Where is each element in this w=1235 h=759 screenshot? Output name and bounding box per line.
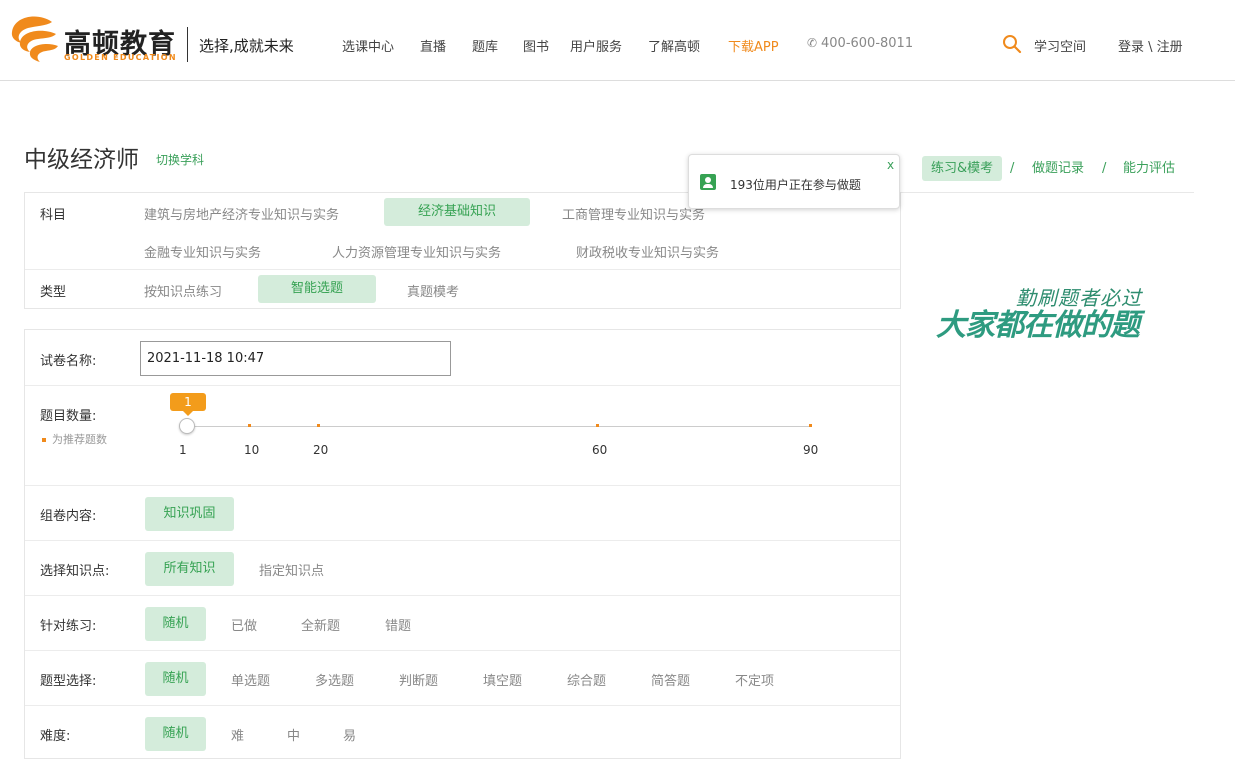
qtype-option[interactable]: 多选题	[315, 670, 354, 689]
paper-name-input[interactable]	[140, 341, 451, 376]
tab-ability-assessment[interactable]: 能力评估	[1123, 156, 1175, 181]
slider-tick-label: 90	[803, 443, 819, 457]
site-header: 高顿教育 GOLDEN EDUCATION 选择,成就未来 选课中心 直播 题库…	[0, 0, 1235, 81]
slider-tick-label: 20	[313, 443, 329, 457]
type-label: 类型	[40, 285, 67, 300]
target-option[interactable]: 错题	[385, 615, 411, 634]
toast-text: 193位用户正在参与做题	[730, 178, 861, 192]
qtype-option[interactable]: 综合题	[567, 670, 606, 689]
logo-english-text: GOLDEN EDUCATION	[64, 53, 177, 62]
study-space-link[interactable]: 学习空间	[1034, 36, 1086, 55]
tab-separator: /	[1010, 161, 1015, 176]
subject-option[interactable]: 建筑与房地产经济专业知识与实务	[144, 204, 339, 223]
content-label: 组卷内容:	[40, 509, 97, 524]
divider	[25, 540, 900, 541]
search-icon[interactable]	[1002, 34, 1022, 54]
qtype-option[interactable]: 判断题	[399, 670, 438, 689]
subject-option[interactable]: 财政税收专业知识与实务	[576, 242, 719, 261]
difficulty-label: 难度:	[40, 729, 71, 744]
knowledge-option-selected[interactable]: 所有知识	[145, 552, 234, 586]
tab-practice-exam[interactable]: 练习&模考	[922, 156, 1003, 181]
target-option-selected[interactable]: 随机	[145, 607, 206, 641]
header-slogan: 选择,成就未来	[199, 37, 294, 55]
qtype-option[interactable]: 不定项	[735, 670, 774, 689]
knowledge-point-label: 选择知识点:	[40, 564, 110, 579]
switch-subject-link[interactable]: 切换学科	[156, 151, 204, 168]
divider	[25, 705, 900, 706]
slider-value-bubble: 1	[170, 393, 206, 416]
promo-main-text: 大家都在做的题	[936, 308, 1140, 343]
divider	[25, 385, 900, 386]
slider-handle[interactable]	[179, 418, 195, 434]
recommended-tick	[248, 424, 251, 427]
type-option-selected[interactable]: 智能选题	[258, 275, 376, 303]
recommended-note: 为推荐题数	[42, 431, 107, 447]
target-practice-label: 针对练习:	[40, 619, 97, 634]
tab-records[interactable]: 做题记录	[1032, 156, 1084, 181]
nav-about[interactable]: 了解高顿	[648, 36, 700, 55]
target-option[interactable]: 已做	[231, 615, 257, 634]
difficulty-option[interactable]: 难	[231, 725, 244, 744]
subject-option-selected[interactable]: 经济基础知识	[384, 198, 530, 226]
nav-user-service[interactable]: 用户服务	[570, 36, 622, 55]
close-icon[interactable]: x	[887, 158, 894, 172]
filter-panel: 科目 建筑与房地产经济专业知识与实务 经济基础知识 工商管理专业知识与实务 金融…	[24, 192, 901, 309]
subject-option[interactable]: 金融专业知识与实务	[144, 242, 261, 261]
recommended-dot-icon	[42, 438, 46, 442]
login-register-link[interactable]: 登录 \ 注册	[1118, 36, 1183, 55]
logo-divider	[187, 27, 188, 62]
subject-option[interactable]: 人力资源管理专业知识与实务	[332, 242, 501, 261]
tab-separator: /	[1102, 161, 1107, 176]
right-tabs: 练习&模考 / 做题记录 / 能力评估	[900, 153, 1194, 193]
difficulty-option[interactable]: 中	[287, 725, 300, 744]
recommended-tick	[596, 424, 599, 427]
slider-tick-label: 1	[179, 443, 187, 457]
target-option[interactable]: 全新题	[301, 615, 340, 634]
slider-tick-label: 10	[244, 443, 260, 457]
divider	[25, 595, 900, 596]
phone-icon: ✆	[807, 36, 818, 50]
difficulty-option[interactable]: 易	[343, 725, 356, 744]
golden-education-logo[interactable]: 高顿教育 GOLDEN EDUCATION	[8, 12, 178, 66]
difficulty-option-selected[interactable]: 随机	[145, 717, 206, 751]
divider	[25, 650, 900, 651]
qtype-option-selected[interactable]: 随机	[145, 662, 206, 696]
paper-form-panel: 试卷名称: 题目数量: 为推荐题数 1 1 10 20 60 90 组卷内容: …	[24, 329, 901, 759]
question-count-label: 题目数量:	[40, 409, 97, 424]
qtype-option[interactable]: 填空题	[483, 670, 522, 689]
participants-toast: 193位用户正在参与做题 x	[688, 154, 900, 209]
nav-question-bank[interactable]: 题库	[472, 36, 498, 55]
recommended-tick	[317, 424, 320, 427]
nav-live[interactable]: 直播	[420, 36, 446, 55]
divider	[25, 269, 900, 270]
slider-tick-label: 60	[592, 443, 608, 457]
promo-slogan-banner: 勤刷题者必过 大家都在做的题	[930, 262, 1170, 346]
subject-label: 科目	[40, 208, 67, 223]
logo-mark-icon	[11, 16, 58, 62]
subject-option[interactable]: 工商管理专业知识与实务	[562, 204, 705, 223]
recommended-note-text: 为推荐题数	[52, 433, 107, 446]
nav-course-center[interactable]: 选课中心	[342, 36, 394, 55]
nav-books[interactable]: 图书	[523, 36, 549, 55]
phone-number: ✆ 400-600-8011	[807, 36, 913, 51]
page-title: 中级经济师	[24, 147, 139, 173]
content-option-selected[interactable]: 知识巩固	[145, 497, 234, 531]
type-option[interactable]: 真题模考	[407, 281, 459, 300]
qtype-option[interactable]: 单选题	[231, 670, 270, 689]
phone-text: 400-600-8011	[821, 36, 914, 51]
knowledge-option[interactable]: 指定知识点	[259, 560, 324, 579]
recommended-tick	[809, 424, 812, 427]
divider	[25, 485, 900, 486]
qtype-option[interactable]: 简答题	[651, 670, 690, 689]
paper-name-label: 试卷名称:	[40, 354, 97, 369]
user-icon	[700, 174, 716, 190]
question-count-slider-track[interactable]	[187, 426, 812, 427]
nav-download-app[interactable]: 下载APP	[728, 36, 779, 55]
question-type-label: 题型选择:	[40, 674, 97, 689]
type-option[interactable]: 按知识点练习	[144, 281, 222, 300]
